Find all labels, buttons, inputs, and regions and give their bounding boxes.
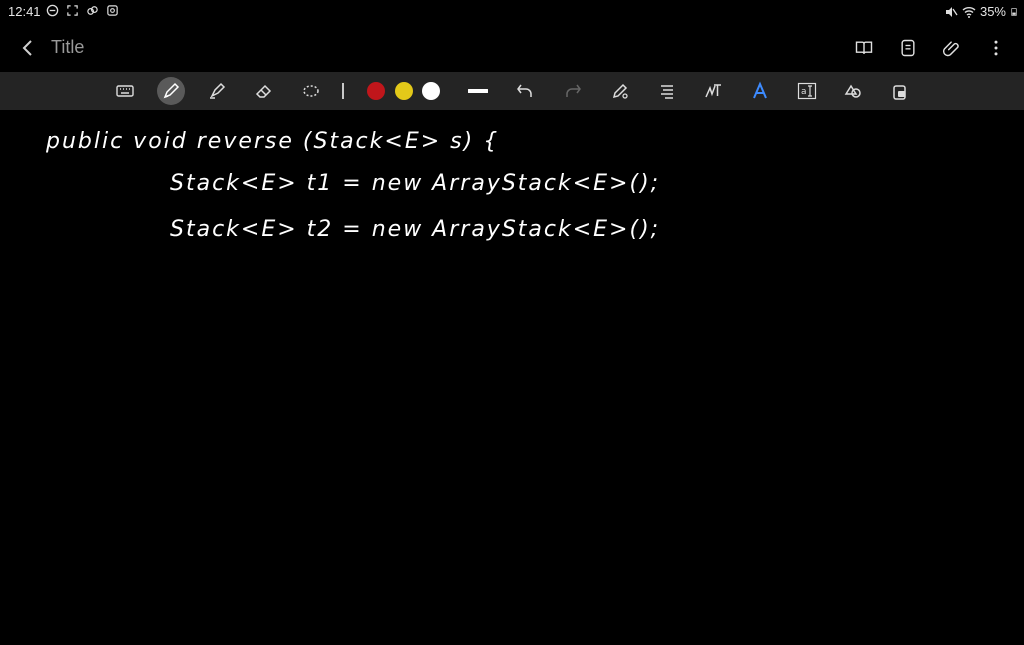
note-line-1: public void reverse (Stack<E> s) {	[45, 129, 499, 154]
lasso-button[interactable]	[298, 78, 324, 104]
page-icon	[901, 39, 915, 57]
status-bar: 12:41 35%	[0, 0, 1024, 24]
battery-percent: 35%	[979, 4, 1006, 19]
text-box-button[interactable]: a	[794, 78, 820, 104]
pen-settings-button[interactable]	[607, 78, 633, 104]
app-bar-actions	[852, 36, 1008, 60]
shapes-icon	[844, 84, 861, 98]
pen-icon	[163, 82, 180, 99]
status-time: 12:41	[8, 4, 41, 19]
link-icon	[87, 6, 98, 15]
line-width-button[interactable]	[465, 78, 491, 104]
handwriting-button[interactable]	[700, 78, 726, 104]
color-swatch-yellow[interactable]	[395, 82, 413, 100]
book-icon	[855, 41, 873, 54]
screen-capture-icon	[67, 5, 78, 16]
back-arrow-icon[interactable]	[16, 36, 40, 60]
eraser-button[interactable]	[251, 78, 277, 104]
highlighter-icon	[210, 82, 226, 99]
highlighter-button[interactable]	[204, 78, 230, 104]
color-swatch-white[interactable]	[422, 82, 440, 100]
keyboard-icon	[116, 85, 134, 97]
text-box-icon: a	[797, 82, 817, 100]
line-width-icon	[468, 89, 488, 93]
cast-icon	[107, 5, 118, 16]
handwriting-icon	[705, 84, 721, 98]
note-canvas[interactable]: public void reverse (Stack<E> s) { Stack…	[0, 110, 1024, 640]
toolbar-separator	[342, 83, 344, 99]
mute-icon	[945, 6, 958, 17]
attach-icon	[942, 41, 959, 57]
wifi-icon	[962, 6, 976, 18]
pen-button[interactable]	[157, 77, 185, 105]
note-line-3: Stack<E> t2 = new ArrayStack<E>();	[170, 217, 660, 242]
app-bar: Title	[0, 24, 1024, 72]
more-icon	[994, 40, 998, 56]
text-style-button[interactable]	[747, 78, 773, 104]
redo-button[interactable]	[560, 78, 586, 104]
drawing-toolbar: a	[0, 72, 1024, 110]
svg-text:a: a	[801, 87, 807, 97]
undo-icon	[517, 84, 532, 97]
color-swatch-red[interactable]	[367, 82, 385, 100]
keyboard-button[interactable]	[112, 78, 138, 104]
lock-icon	[893, 85, 906, 100]
eraser-icon	[255, 84, 272, 98]
lasso-icon	[303, 85, 319, 97]
battery-icon	[1011, 7, 1017, 16]
book-button[interactable]	[852, 36, 876, 60]
lock-button[interactable]	[887, 78, 913, 104]
pen-settings-icon	[612, 83, 628, 99]
text-format-button[interactable]	[654, 78, 680, 104]
page-button[interactable]	[896, 36, 920, 60]
text-format-icon	[661, 85, 673, 99]
redo-icon	[566, 84, 581, 97]
attach-button[interactable]	[940, 36, 964, 60]
status-left-icons	[46, 4, 119, 17]
status-right: 35%	[944, 4, 1018, 19]
do-not-disturb-icon	[46, 4, 59, 17]
more-options-button[interactable]	[984, 36, 1008, 60]
undo-button[interactable]	[512, 78, 538, 104]
note-title[interactable]: Title	[51, 37, 84, 58]
text-style-icon	[753, 81, 767, 99]
ink-layer[interactable]: public void reverse (Stack<E> s) { Stack…	[0, 110, 1024, 640]
note-line-2: Stack<E> t1 = new ArrayStack<E>();	[170, 171, 660, 196]
shapes-button[interactable]	[840, 78, 866, 104]
